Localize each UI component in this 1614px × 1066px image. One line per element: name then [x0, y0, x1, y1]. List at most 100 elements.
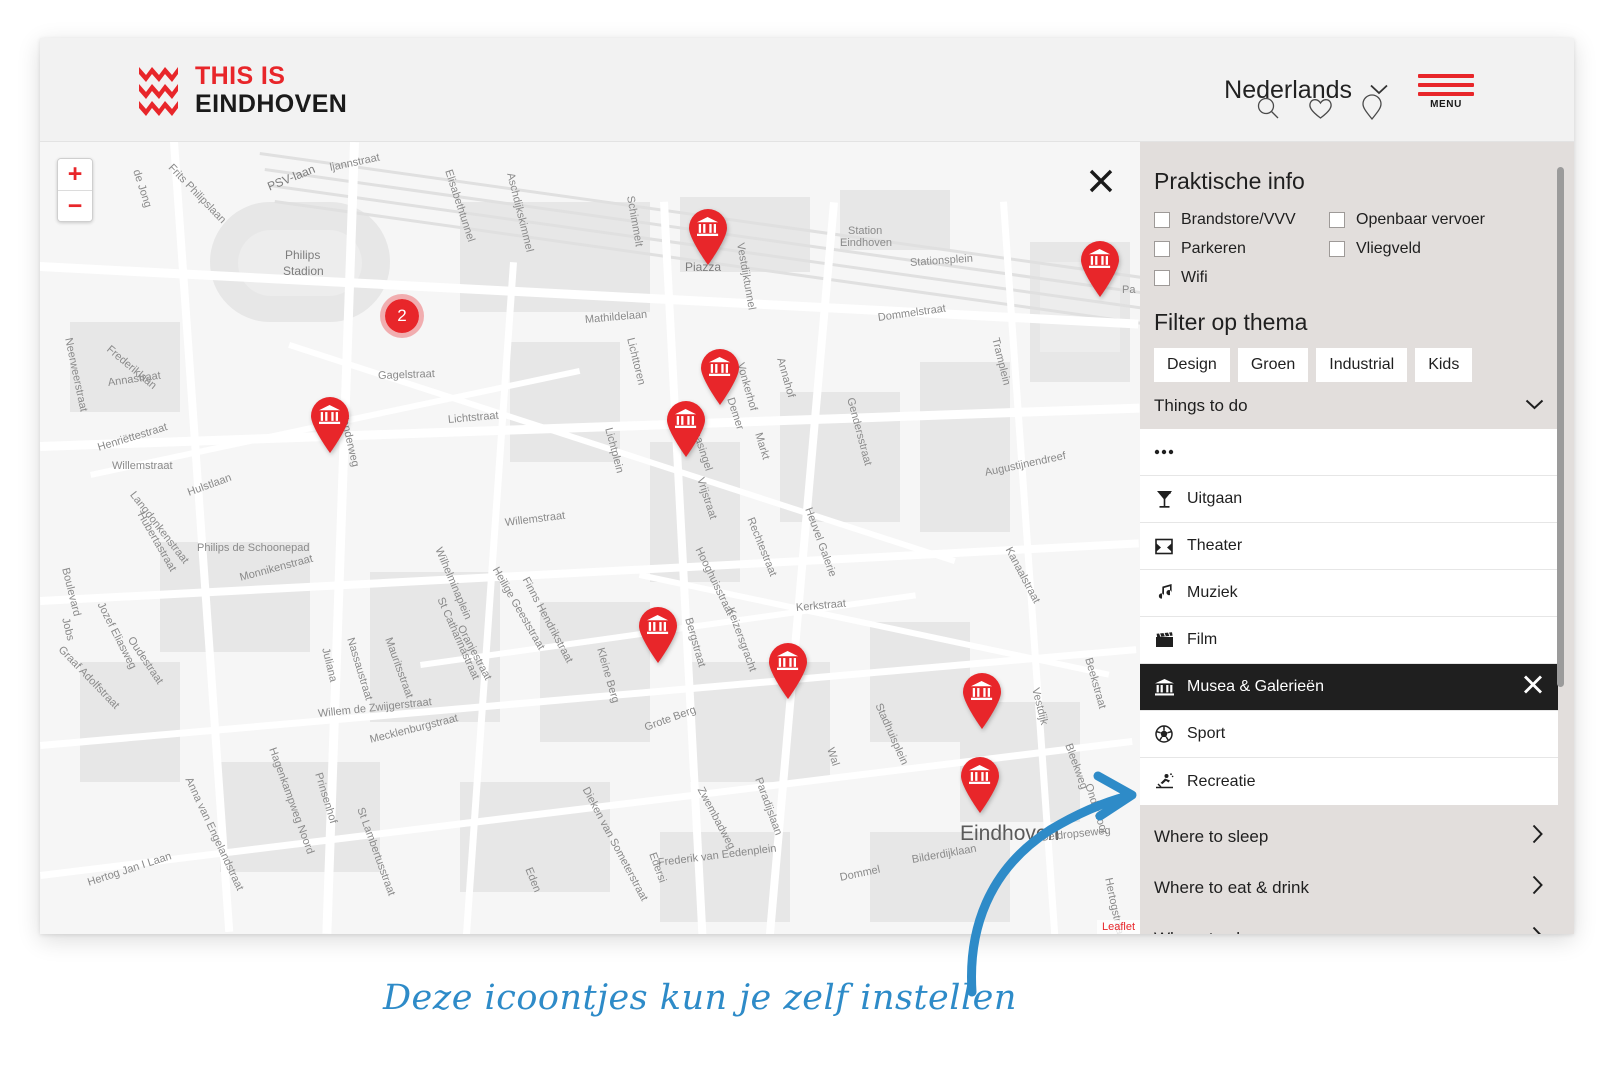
category-item-muziek[interactable]: Muziek: [1140, 570, 1558, 617]
language-selector[interactable]: Nederlands: [1224, 76, 1388, 105]
checkbox-brandstore-vvv[interactable]: Brandstore/VVV: [1154, 211, 1329, 229]
map-cluster-marker[interactable]: 2: [380, 294, 424, 338]
close-icon[interactable]: [1522, 674, 1544, 701]
cocktail-icon: [1154, 490, 1174, 509]
category-item-label: Sport: [1187, 725, 1226, 742]
checkbox-openbaar-vervoer[interactable]: Openbaar vervoer: [1329, 211, 1504, 229]
site-logo[interactable]: THIS IS EINDHOVEN: [139, 64, 347, 117]
category-item-uitgaan[interactable]: Uitgaan: [1140, 476, 1558, 523]
practical-info-checkboxes[interactable]: Brandstore/VVV Openbaar vervoer Parkeren Vl…: [1140, 195, 1510, 298]
chevron-right-icon: [1532, 875, 1544, 900]
museum-pin-south[interactable]: [958, 756, 1002, 814]
filter-panel[interactable]: Praktische info Brandstore/VVV Openbaar v…: [1140, 142, 1574, 934]
museum-pin-lichtplein[interactable]: [664, 400, 708, 458]
film-clapper-icon: [1154, 632, 1174, 648]
category-list[interactable]: Uitgaan Theater Muziek Film Musea & Galerieë…: [1140, 429, 1558, 805]
theme-tag-design[interactable]: Design: [1154, 348, 1230, 382]
checkbox-box[interactable]: [1329, 241, 1345, 257]
category-item-label: Film: [1187, 631, 1218, 648]
logo-line-2: EINDHOVEN: [195, 90, 348, 118]
checkbox-box[interactable]: [1154, 241, 1170, 257]
museum-pin-emmasingel[interactable]: [698, 348, 742, 406]
checkbox-parkeren[interactable]: Parkeren: [1154, 240, 1329, 258]
theme-tag-industrial[interactable]: Industrial: [1316, 348, 1408, 382]
museum-pin-piazza[interactable]: [686, 208, 730, 266]
map-label: Eindhoven: [840, 237, 892, 249]
things-to-do-label: Things to do: [1154, 396, 1248, 415]
checkbox-box[interactable]: [1154, 212, 1170, 228]
section-where-to-sleep[interactable]: Where to sleep: [1140, 811, 1558, 862]
museum-pin-stadhuis[interactable]: [960, 672, 1004, 730]
museum-icon: [1154, 678, 1174, 696]
map-label: Stadion: [283, 264, 324, 278]
section-label: Where to shop: [1154, 929, 1265, 935]
close-panel-button[interactable]: [1084, 164, 1118, 198]
checkbox-label: Parkeren: [1181, 240, 1246, 257]
category-item-label: Muziek: [1187, 584, 1238, 601]
museum-pin-west[interactable]: [308, 396, 352, 454]
theme-tag-groen[interactable]: Groen: [1237, 348, 1309, 382]
ellipsis-icon: [1154, 449, 1174, 455]
annotation-text: Deze icoontjes kun je zelf instellen: [383, 978, 1017, 1018]
zoom-out-button[interactable]: −: [58, 190, 92, 221]
chevron-right-icon: [1532, 824, 1544, 849]
section-label: Where to sleep: [1154, 826, 1269, 846]
checkbox-wifi[interactable]: Wifi: [1154, 269, 1329, 287]
category-item-label: Recreatie: [1187, 772, 1256, 790]
things-to-do-group-header[interactable]: Things to do: [1140, 382, 1558, 429]
category-item-musea-galerie-n[interactable]: Musea & Galerieën: [1140, 664, 1558, 711]
theme-filter-title: Filter op thema: [1154, 309, 1308, 335]
section-label: Where to eat & drink: [1154, 877, 1309, 897]
category-item-label: Uitgaan: [1187, 490, 1243, 507]
section-list[interactable]: Where to sleep Where to eat & drink Where …: [1140, 805, 1558, 934]
map-label: Willemstraat: [112, 460, 173, 472]
leaflet-attribution[interactable]: Leaflet: [1096, 920, 1140, 934]
checkbox-label: Vliegveld: [1356, 240, 1421, 257]
section-where-to-shop[interactable]: Where to shop: [1140, 913, 1558, 934]
panel-scrollbar[interactable]: [1557, 167, 1564, 687]
category-item-recreatie[interactable]: Recreatie: [1140, 758, 1558, 805]
checkbox-label: Openbaar vervoer: [1356, 211, 1485, 228]
museum-pin-station[interactable]: [1078, 240, 1122, 298]
checkbox-box[interactable]: [1154, 270, 1170, 286]
category-item-film[interactable]: Film: [1140, 617, 1558, 664]
checkbox-vliegveld[interactable]: Vliegveld: [1329, 240, 1504, 258]
category-item-label: Theater: [1187, 537, 1243, 554]
theme-tag-list[interactable]: Design Groen Industrial Kids: [1140, 336, 1558, 382]
category-item-[interactable]: [1140, 429, 1558, 476]
zigzag-wave-logo: [139, 65, 179, 117]
menu-button[interactable]: MENU: [1418, 74, 1474, 110]
museum-pin-center[interactable]: [766, 642, 810, 700]
soccer-ball-icon: [1154, 725, 1174, 743]
map-label: Philips de Schoonepad: [197, 542, 310, 554]
browser-card: THIS IS EINDHOVEN Nederlands MENU PSV-la…: [40, 38, 1574, 934]
hamburger-icon: [1418, 74, 1474, 96]
theater-icon: [1154, 538, 1174, 555]
map-label: Philips: [285, 248, 321, 262]
checkbox-label: Wifi: [1181, 269, 1208, 286]
museum-pin-kleineberg[interactable]: [636, 606, 680, 664]
section-where-to-eat-drink[interactable]: Where to eat & drink: [1140, 862, 1558, 913]
chevron-right-icon: [1532, 926, 1544, 934]
chevron-down-icon: [1525, 397, 1544, 415]
zoom-in-button[interactable]: +: [58, 159, 92, 190]
checkbox-label: Brandstore/VVV: [1181, 211, 1296, 228]
water-ski-icon: [1154, 773, 1174, 790]
category-item-sport[interactable]: Sport: [1140, 711, 1558, 758]
map-label: Station: [848, 225, 883, 237]
map-label: Gagelstraat: [377, 368, 436, 382]
map-container[interactable]: PSV-laan Philips Stadion de Jong Frits Phili…: [40, 142, 1140, 934]
screenshot-root: THIS IS EINDHOVEN Nederlands MENU PSV-la…: [0, 0, 1614, 1066]
theme-tag-kids[interactable]: Kids: [1415, 348, 1473, 382]
logo-line-1: THIS IS: [195, 62, 286, 90]
category-item-label: Musea & Galerieën: [1187, 678, 1324, 695]
site-header: THIS IS EINDHOVEN Nederlands MENU: [40, 38, 1574, 142]
practical-info-title: Praktische info: [1154, 168, 1305, 194]
cluster-count: 2: [397, 306, 407, 325]
chevron-down-icon: [1370, 82, 1388, 100]
checkbox-box[interactable]: [1329, 212, 1345, 228]
close-icon: [1089, 169, 1113, 193]
map-label: Pa: [1122, 284, 1136, 296]
category-item-theater[interactable]: Theater: [1140, 523, 1558, 570]
map-zoom-controls[interactable]: + −: [57, 158, 93, 222]
